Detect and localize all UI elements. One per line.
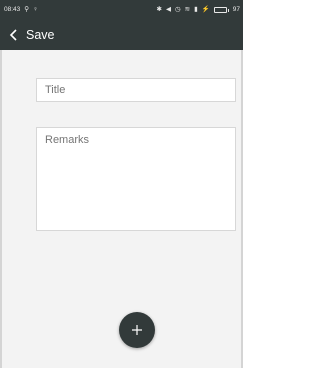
person-icon: ♀: [33, 5, 38, 13]
back-button[interactable]: Save: [8, 20, 61, 50]
battery-cap: [227, 8, 229, 12]
app-bar: Save: [0, 20, 243, 50]
charging-icon: ⚡: [201, 5, 210, 13]
remarks-input[interactable]: [36, 127, 236, 231]
status-time: 08:43: [4, 5, 21, 13]
battery-percent: 97: [232, 5, 240, 13]
add-button[interactable]: [119, 312, 155, 348]
chevron-left-icon: [9, 29, 17, 41]
usb-icon: ⚲: [24, 5, 30, 13]
status-bar-right: ✱ ◀ ◷ ≋ ▮ ⚡ 97: [156, 5, 240, 14]
bluetooth-icon: ✱: [156, 5, 162, 13]
page-title: Save: [26, 28, 55, 42]
wifi-icon: ≋: [184, 5, 191, 13]
status-bar-left: 08:43 ⚲ ♀: [4, 5, 38, 14]
alarm-icon: ◷: [174, 5, 181, 13]
title-input[interactable]: [36, 78, 236, 102]
right-frame-edge: [241, 0, 243, 368]
status-bar: 08:43 ⚲ ♀ ✱ ◀ ◷ ≋ ▮ ⚡ 97: [0, 0, 243, 20]
mute-icon: ◀: [165, 5, 171, 13]
phone-screen: 08:43 ⚲ ♀ ✱ ◀ ◷ ≋ ▮ ⚡ 97 Save: [0, 0, 243, 368]
battery-icon: [213, 7, 229, 13]
signal-icon: ▮: [194, 5, 198, 13]
battery-shell: [213, 7, 227, 13]
main-content: [2, 50, 241, 368]
plus-icon: [132, 325, 142, 335]
